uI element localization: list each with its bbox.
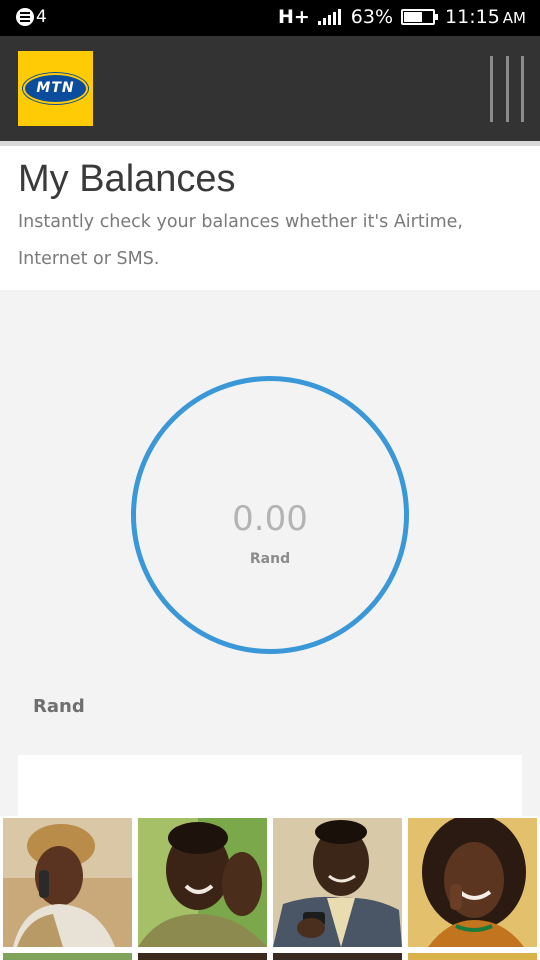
balance-panel: 0.00 Rand Rand [0, 290, 540, 825]
woman-on-phone-photo [3, 818, 132, 947]
status-bar: 4 H+ 63% 11:15 AM [0, 0, 540, 36]
title-section: My Balances Instantly check your balance… [0, 146, 540, 290]
battery-percent: 63% [350, 6, 394, 28]
page-subtitle: Instantly check your balances whether it… [18, 212, 463, 269]
menu-icon[interactable] [490, 56, 524, 122]
notification-icon [16, 8, 34, 26]
notification-count: 4 [36, 7, 47, 27]
network-type: H+ [277, 6, 310, 28]
photo-row-2-item-1 [3, 953, 132, 960]
photo-strip [0, 816, 540, 960]
clock: 11:15 AM [445, 6, 526, 28]
balance-ring[interactable]: 0.00 Rand [131, 376, 409, 654]
battery-fill [404, 12, 422, 22]
clock-suffix: AM [502, 9, 526, 27]
logo-oval: MTN [23, 73, 88, 104]
smiling-man-photo [138, 818, 267, 947]
mtn-logo[interactable]: MTN [18, 51, 93, 126]
man-with-phone-photo [273, 818, 402, 947]
logo-text: MTN [36, 80, 75, 96]
photo-row-2-item-4 [408, 953, 537, 960]
photo-row-2-item-2 [138, 953, 267, 960]
smiling-woman-photo [408, 818, 537, 947]
battery-icon [401, 9, 439, 25]
balance-unit: Rand [249, 551, 291, 567]
section-label: Rand [33, 696, 85, 717]
clock-time: 11:15 [445, 6, 500, 28]
balance-card[interactable] [18, 755, 522, 825]
status-right: H+ 63% 11:15 AM [278, 6, 526, 28]
app-header: MTN [0, 36, 540, 141]
signal-icon [317, 9, 343, 25]
status-left: 4 [16, 7, 47, 27]
photo-row-2-item-3 [273, 953, 402, 960]
balance-amount: 0.00 [232, 499, 308, 539]
page-title: My Balances [18, 158, 236, 200]
